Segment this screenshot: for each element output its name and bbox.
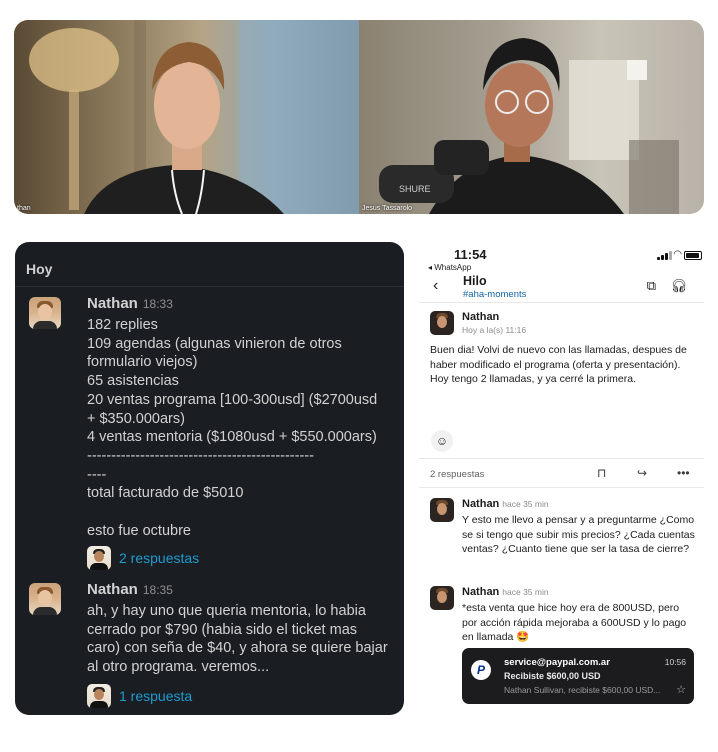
reply-timestamp: hace 35 min (502, 587, 549, 597)
message-line: 20 ventas programa [100-300usd] ($2700us… (87, 391, 378, 408)
reply-author-name: Nathan (462, 498, 500, 510)
share-icon[interactable]: ↪ (637, 466, 647, 480)
signal-icon (657, 251, 672, 260)
avatar-nathan[interactable] (430, 586, 454, 610)
slack-channel-panel: Hoy Nathan 18:33 182 replies 109 agendas … (15, 242, 404, 715)
thread-replies-link[interactable]: 2 respuestas (87, 546, 199, 570)
replies-divider (419, 487, 704, 488)
message-line: + $350.000ars) (87, 410, 185, 427)
headphones-icon[interactable]: 🎧︎ (670, 278, 687, 294)
participant-nathan-video (29, 20, 359, 214)
message-line: 4 ventas mentoria ($1080usd + $550.000ar… (87, 429, 377, 446)
message-line: al otro programa. veremos... (87, 659, 270, 676)
message-author[interactable]: Nathan (87, 295, 138, 312)
message-line (87, 503, 404, 522)
reply-avatar (87, 684, 111, 708)
star-icon[interactable]: ☆ (676, 683, 686, 696)
header-divider (419, 302, 704, 303)
add-reaction-icon[interactable]: ☺ (431, 430, 453, 452)
original-author[interactable]: Nathan (462, 311, 499, 323)
message-line: ah, y hay uno que queria mentoria, lo ha… (87, 603, 366, 619)
copy-link-icon[interactable]: ⧉ (647, 278, 656, 294)
reply-timestamp: hace 35 min (502, 499, 549, 509)
message-line: 65 asistencias (87, 373, 179, 390)
screenshot-collage: than SHURE Jesus Tassarolo Hoy Nathan 18… (0, 0, 718, 752)
avatar-nathan[interactable] (29, 583, 61, 615)
message-line: ---- (87, 466, 107, 483)
message-author[interactable]: Nathan (87, 581, 138, 598)
message-body: ah, y hay uno que queria mentoria, lo ha… (87, 602, 404, 677)
day-divider (15, 286, 404, 287)
thread-header: ‹ Hilo #aha-moments ⧉ 🎧︎ (419, 274, 704, 302)
svg-text:SHURE: SHURE (399, 184, 431, 194)
reply-count: 2 respuestas (430, 469, 485, 480)
message-timestamp[interactable]: 18:35 (143, 583, 173, 597)
participant-name-left: than (17, 205, 31, 212)
notification-sender: service@paypal.com.ar (504, 657, 610, 668)
channel-link[interactable]: #aha-moments (463, 289, 526, 300)
status-clock: 11:54 (454, 247, 487, 262)
day-divider-label: Hoy (26, 261, 53, 277)
reply-text: Y esto me llevo a pensar y a preguntarme… (462, 514, 695, 555)
more-options-icon[interactable]: ••• (677, 466, 690, 480)
notification-subtitle: Nathan Sullivan, recibiste $600,00 USD..… (504, 685, 661, 695)
notification-time: 10:56 (664, 657, 686, 667)
message-line: cerrado por $790 (habia sido el ticket m… (87, 621, 358, 638)
video-tile-nathan[interactable]: than (14, 20, 359, 214)
bookmark-icon[interactable]: ⊓ (597, 466, 606, 480)
status-bar: 11:54 ◂ WhatsApp ◠ (419, 242, 704, 276)
message-line: esto fue octubre (87, 522, 191, 539)
slack-message-1[interactable]: Nathan 18:33 182 replies 109 agendas (alg… (29, 295, 399, 577)
message-line: caro) con seña de $40, y ahora se quiere… (87, 640, 388, 657)
message-line: total facturado de $5010 (87, 485, 244, 502)
original-timestamp: Hoy a la(s) 11:16 (462, 325, 527, 335)
replies-count[interactable]: 2 respuestas (119, 550, 199, 566)
slack-message-2[interactable]: Nathan 18:35 ah, y hay uno que queria men… (29, 581, 399, 713)
message-line: 182 replies (87, 317, 158, 333)
video-call: than SHURE Jesus Tassarolo (14, 20, 704, 214)
message-line: formulario viejos) (87, 354, 198, 371)
notification-title: Recibiste $600,00 USD (504, 671, 601, 681)
reply-author-name: Nathan (462, 586, 500, 598)
message-timestamp[interactable]: 18:33 (143, 297, 173, 311)
avatar-nathan[interactable] (29, 297, 61, 329)
paypal-logo-icon: P (471, 660, 491, 680)
reply-author[interactable]: Nathan hace 35 min (462, 498, 549, 510)
avatar-nathan[interactable] (430, 498, 454, 522)
participant-jesus-video: SHURE (379, 38, 679, 214)
mobile-thread-view: 11:54 ◂ WhatsApp ◠ ‹ Hilo #aha-moments ⧉… (419, 242, 704, 710)
replies-count[interactable]: 1 respuesta (119, 688, 192, 704)
original-message-text: Buen dia! Volvi de nuevo con las llamada… (430, 344, 687, 385)
thread-replies-link[interactable]: 1 respuesta (87, 684, 192, 708)
wifi-icon: ◠ (673, 249, 682, 260)
message-body: 182 replies 109 agendas (algunas viniero… (87, 316, 404, 540)
avatar-nathan[interactable] (430, 311, 454, 335)
participant-name-right: Jesus Tassarolo (362, 205, 413, 212)
reply-avatar (87, 546, 111, 570)
thread-title: Hilo (463, 274, 487, 288)
thread-divider (419, 458, 704, 459)
video-tile-jesus[interactable]: SHURE Jesus Tassarolo (359, 20, 704, 214)
reply-author[interactable]: Nathan hace 35 min (462, 586, 549, 598)
paypal-notification[interactable]: P service@paypal.com.ar 10:56 Recibiste … (462, 648, 694, 704)
back-to-app-link[interactable]: ◂ WhatsApp (428, 263, 471, 272)
message-line: 109 agendas (algunas vinieron de otros (87, 335, 342, 352)
back-chevron-icon[interactable]: ‹ (433, 277, 438, 295)
message-line: ----------------------------------------… (87, 447, 314, 464)
battery-icon (684, 251, 702, 260)
reply-text: *esta venta que hice hoy era de 800USD, … (462, 602, 687, 643)
